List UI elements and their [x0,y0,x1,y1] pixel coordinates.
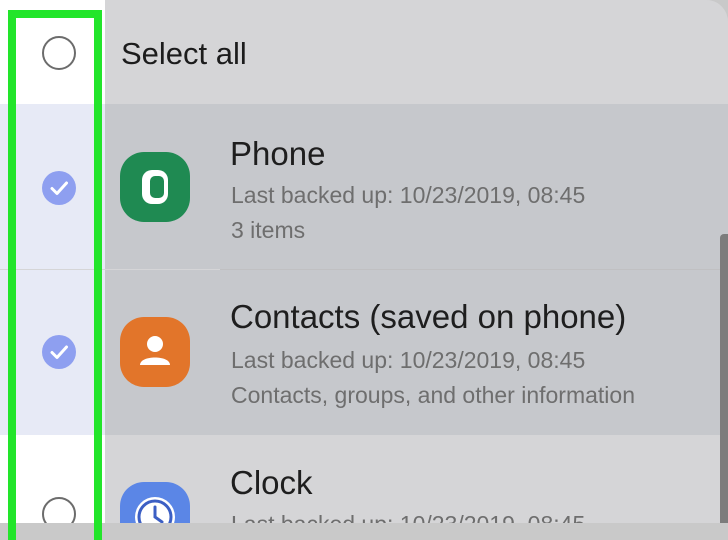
item-title: Phone [230,135,326,172]
list-item-phone[interactable]: Phone Last backed up: 10/23/2019, 08:45 … [0,104,728,269]
list-item-clock[interactable]: Clock Last backed up: 10/23/2019, 08:45 [0,435,728,523]
clock-icon [120,482,190,523]
item-title: Contacts (saved on phone) [230,298,627,335]
scrollbar[interactable] [720,234,728,523]
item-content [105,435,728,523]
item-last-backup: Last backed up: 10/23/2019, 08:45 [231,511,585,523]
select-all-row[interactable]: Select all [0,0,728,104]
checkmark-icon [50,181,68,195]
phone-checkbox[interactable] [42,171,76,205]
item-title: Clock [230,464,313,501]
item-detail: Contacts, groups, and other information [231,382,636,408]
item-last-backup: Last backed up: 10/23/2019, 08:45 [231,182,586,208]
checkmark-icon [50,345,68,359]
contact-person-icon [120,317,190,387]
list-item-contacts[interactable]: Contacts (saved on phone) Last backed up… [0,270,728,435]
item-last-backup: Last backed up: 10/23/2019, 08:45 [231,347,586,373]
clock-checkbox[interactable] [42,497,76,523]
backup-item-list: Select all Phone Last backed up: 10/23/2… [0,0,728,523]
select-all-checkbox[interactable] [42,36,76,70]
select-all-label: Select all [121,36,247,71]
item-detail: 3 items [231,217,306,243]
contacts-checkbox[interactable] [42,335,76,369]
phone-icon [120,152,190,222]
